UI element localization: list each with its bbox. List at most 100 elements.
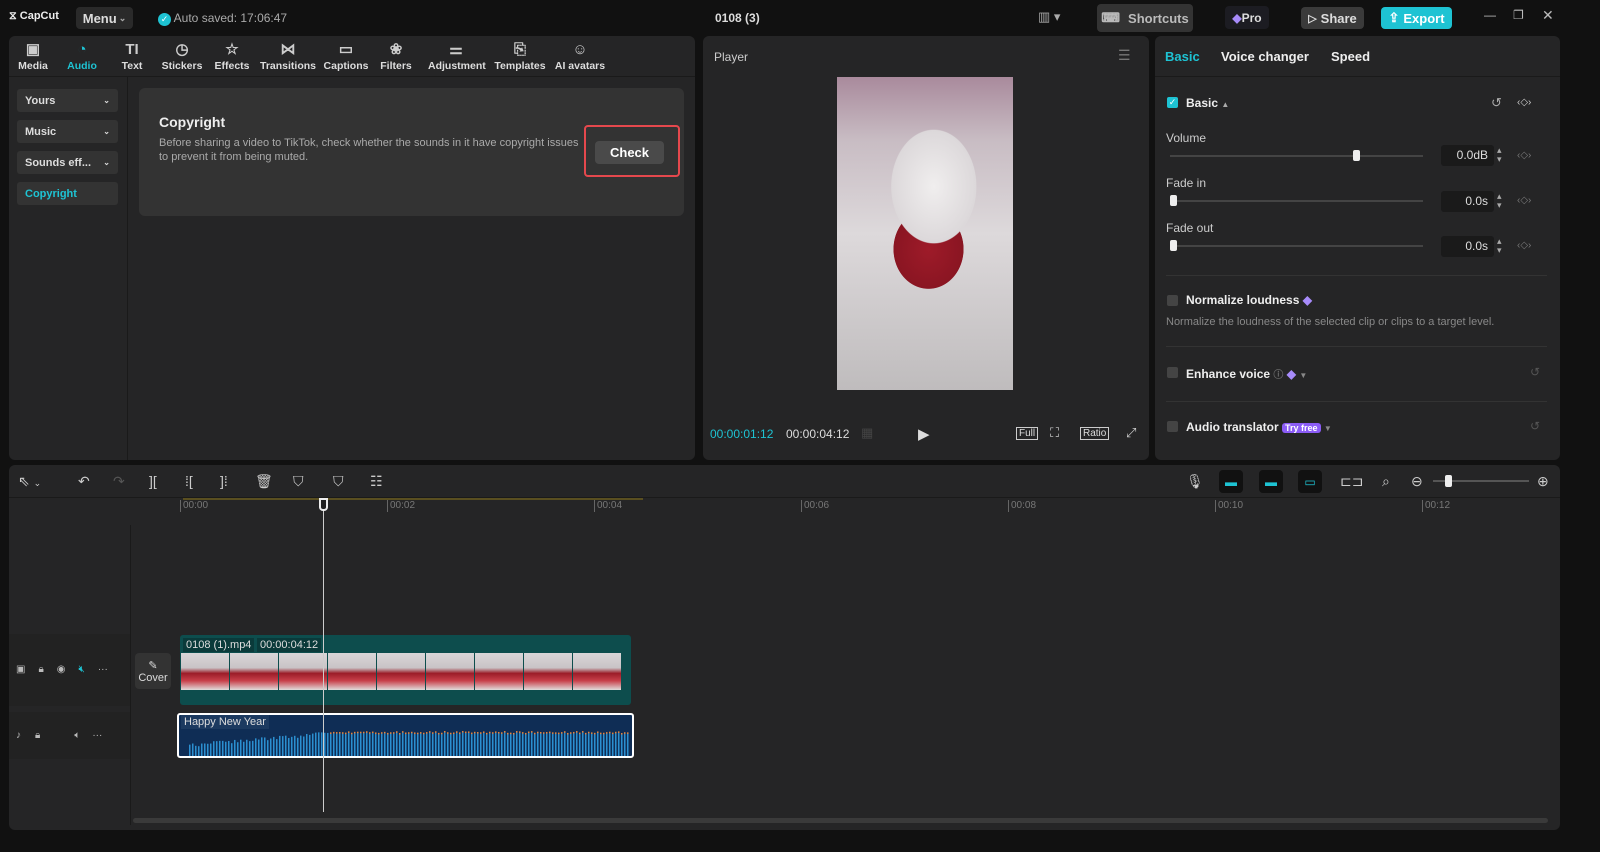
tab-effects[interactable]: ☆ Effects xyxy=(204,40,260,72)
playhead-handle[interactable] xyxy=(319,498,328,511)
fade-out-stepper[interactable]: ▴ ▾ xyxy=(1497,237,1502,255)
cover-button[interactable]: ✎ Cover xyxy=(135,653,171,689)
enhance-reset-icon[interactable]: ↺ xyxy=(1530,365,1540,379)
zoom-out-icon[interactable]: ⊖ xyxy=(1411,473,1423,490)
microphone-icon[interactable]: 🎙 xyxy=(1186,473,1204,490)
waveform-bar xyxy=(495,732,497,756)
timeline-zoom-slider[interactable] xyxy=(1433,480,1529,482)
enhance-voice-checkbox[interactable] xyxy=(1167,367,1178,378)
fade-in-keyframe-icon[interactable]: ‹◇› xyxy=(1517,195,1531,206)
zoom-slider-handle[interactable] xyxy=(1445,475,1452,487)
lock-icon[interactable]: 🔒︎ xyxy=(38,664,43,675)
fade-out-input[interactable]: 0.0s xyxy=(1441,236,1494,257)
split-icon[interactable]: ][ xyxy=(149,473,157,489)
auto-captions-icon[interactable]: ☷ xyxy=(370,473,383,490)
tab-basic[interactable]: Basic xyxy=(1165,49,1200,64)
redo-icon[interactable]: ↷ xyxy=(113,473,125,490)
fade-out-keyframe-icon[interactable]: ‹◇› xyxy=(1517,240,1531,251)
delete-icon[interactable]: 🗑 xyxy=(255,473,273,490)
translator-reset-icon[interactable]: ↺ xyxy=(1530,419,1540,433)
tab-speed[interactable]: Speed xyxy=(1331,49,1370,64)
share-button[interactable]: ▷ Share xyxy=(1301,7,1364,29)
fade-in-input[interactable]: 0.0s xyxy=(1441,191,1494,212)
enhance-voice-header[interactable]: Enhance voice ⓘ ◆ ▼ xyxy=(1186,366,1307,381)
zoom-fit-icon[interactable]: ⛶ xyxy=(1050,425,1059,441)
pro-button[interactable]: ◆ Pro xyxy=(1225,6,1269,29)
waveform-peak xyxy=(465,732,467,734)
export-button[interactable]: ⇪ Export xyxy=(1381,7,1452,29)
waveform-bar xyxy=(549,733,551,756)
sidebar-item-yours[interactable]: Yours ⌄ xyxy=(17,89,118,112)
check-button[interactable]: Check xyxy=(595,141,664,164)
tab-filters[interactable]: ❀ Filters xyxy=(368,40,424,72)
main-track-magnet-button[interactable]: ▬ xyxy=(1219,470,1243,493)
sidebar-item-sounds-eff-[interactable]: Sounds eff... ⌄ xyxy=(17,151,118,174)
more-icon[interactable]: ··· xyxy=(98,664,108,675)
tab-ai-avatars[interactable]: ☺ AI avatars xyxy=(552,40,608,72)
volume-input[interactable]: 0.0dB xyxy=(1441,145,1494,166)
ai-marker-icon[interactable]: ⛉ xyxy=(293,473,304,490)
fade-out-slider-handle[interactable] xyxy=(1170,240,1177,251)
sidebar-item-music[interactable]: Music ⌄ xyxy=(17,120,118,143)
layout-icon[interactable]: ▥ ▾ xyxy=(1038,9,1060,25)
volume-slider-handle[interactable] xyxy=(1353,150,1360,161)
hamburger-menu-icon[interactable]: ☰ xyxy=(1118,47,1131,64)
fullscreen-icon[interactable]: ⤢ xyxy=(1126,425,1136,441)
fade-in-slider-handle[interactable] xyxy=(1170,195,1177,206)
caret-down-icon: ▼ xyxy=(1299,371,1307,380)
eye-icon[interactable]: ◉ xyxy=(57,664,66,675)
volume-keyframe-icon[interactable]: ‹◇› xyxy=(1517,150,1531,161)
preview-axis-icon[interactable]: ⊏⊐ xyxy=(1340,473,1363,490)
auto-snap-button[interactable]: ▬ xyxy=(1259,470,1283,493)
normalize-checkbox[interactable] xyxy=(1167,295,1178,306)
fade-in-slider[interactable] xyxy=(1170,200,1423,202)
fade-in-stepper[interactable]: ▴ ▾ xyxy=(1497,192,1502,210)
tab-adjustment[interactable]: ⚌ Adjustment xyxy=(428,40,484,72)
menu-button[interactable]: Menu ⌄ xyxy=(76,7,133,29)
tab-media[interactable]: ▣ Media xyxy=(5,40,61,72)
video-track-controls: ▣ 🔒︎ ◉ 🔇︎ ··· xyxy=(16,664,108,675)
maximize-icon[interactable]: ❐ xyxy=(1513,8,1524,22)
reset-icon[interactable]: ↺ xyxy=(1491,95,1502,111)
select-tool-icon[interactable]: ⇖ ⌄ xyxy=(18,473,41,490)
tab-captions[interactable]: ▭ Captions xyxy=(318,40,374,72)
audio-translator-header[interactable]: Audio translator Try free ▼ xyxy=(1186,420,1332,434)
horizontal-scrollbar[interactable] xyxy=(133,818,1548,823)
more-icon[interactable]: ··· xyxy=(92,730,102,741)
playhead[interactable] xyxy=(323,498,324,812)
marker-icon[interactable]: ⛉ xyxy=(333,473,344,490)
play-icon[interactable]: ▶ xyxy=(918,425,930,443)
basic-section-header[interactable]: Basic ▲ xyxy=(1186,96,1229,110)
keyframe-icon[interactable]: ‹◇› xyxy=(1517,97,1531,108)
zoom-in-icon[interactable]: ⊕ xyxy=(1537,473,1549,490)
undo-icon[interactable]: ↶ xyxy=(78,473,90,490)
delete-right-icon[interactable]: ]⁞ xyxy=(220,473,228,489)
tab-voice-changer[interactable]: Voice changer xyxy=(1221,49,1309,64)
grid-icon[interactable]: ▦ xyxy=(861,425,873,441)
shortcuts-button[interactable]: ⌨ Shortcuts xyxy=(1097,4,1193,32)
audio-translator-checkbox[interactable] xyxy=(1167,421,1178,432)
volume-slider[interactable] xyxy=(1170,155,1423,157)
volume-icon[interactable]: 🔈︎ xyxy=(74,730,80,741)
zoom-to-fit-icon[interactable]: ⌕ xyxy=(1382,473,1390,490)
tab-audio[interactable]: ◔ Audio xyxy=(54,40,110,72)
ratio-button[interactable]: Ratio xyxy=(1080,427,1109,440)
mute-icon[interactable]: 🔇︎ xyxy=(79,664,85,675)
tab-transitions[interactable]: ⋈ Transitions xyxy=(260,40,316,72)
fade-out-slider[interactable] xyxy=(1170,245,1423,247)
tab-templates[interactable]: ⎘ Templates xyxy=(492,40,548,72)
waveform-bar xyxy=(456,732,458,756)
tab-stickers[interactable]: ◷ Stickers xyxy=(154,40,210,72)
sidebar-item-copyright[interactable]: Copyright xyxy=(17,182,118,205)
waveform-peak xyxy=(429,731,431,733)
close-icon[interactable]: ✕ xyxy=(1542,7,1554,24)
volume-stepper[interactable]: ▴ ▾ xyxy=(1497,146,1502,164)
tab-text[interactable]: TI Text xyxy=(104,40,160,72)
basic-checkbox[interactable]: ✓ xyxy=(1167,97,1178,108)
waveform-peak xyxy=(540,732,542,734)
full-button[interactable]: Full xyxy=(1016,427,1038,440)
lock-icon[interactable]: 🔒︎ xyxy=(35,730,40,741)
minimize-icon[interactable]: — xyxy=(1484,8,1496,22)
linkage-button[interactable]: ▭ xyxy=(1298,470,1322,493)
delete-left-icon[interactable]: ⁞[ xyxy=(185,473,193,489)
